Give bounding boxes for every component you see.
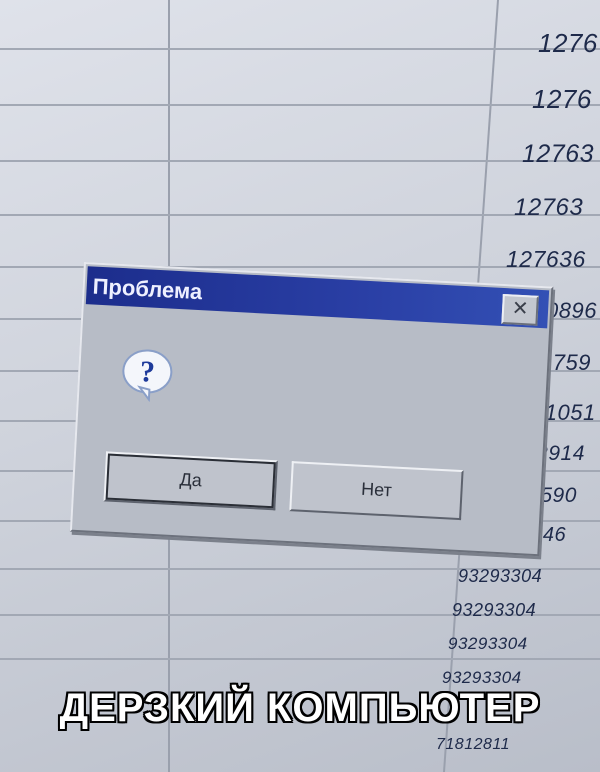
svg-text:?: ?: [139, 355, 156, 389]
cell-value: 12763: [522, 140, 595, 168]
meme-caption: ДЕРЗКИЙ КОМПЬЮТЕР: [59, 686, 541, 730]
grid-row-line: [0, 104, 600, 106]
dialog-title: Проблема: [92, 273, 203, 305]
no-button[interactable]: Нет: [289, 461, 464, 521]
question-icon: ?: [122, 349, 173, 403]
cell-value: 93293304: [452, 600, 537, 620]
cell-value: 93293304: [458, 566, 543, 586]
grid-row-line: [0, 214, 600, 216]
grid-row-line: [0, 658, 600, 660]
cell-value: 0896: [546, 298, 597, 323]
grid-row-line: [0, 48, 600, 50]
close-icon: ✕: [511, 297, 530, 321]
problem-dialog: Проблема ✕ ? Да Нет: [69, 262, 554, 557]
cell-value: 93293304: [442, 668, 522, 687]
cell-value: 127636: [506, 246, 586, 272]
grid-row-line: [0, 160, 600, 162]
spreadsheet-background: 1276 1276 12763 12763 127636 0896 1759 2…: [0, 0, 600, 772]
cell-value: 1276: [538, 28, 598, 58]
cell-value: 71812811: [436, 736, 510, 753]
cell-value: 93293304: [448, 634, 528, 653]
cell-value: 12763: [514, 194, 584, 221]
close-button[interactable]: ✕: [501, 293, 539, 326]
yes-button[interactable]: Да: [103, 451, 278, 511]
cell-value: 1276: [532, 84, 592, 114]
